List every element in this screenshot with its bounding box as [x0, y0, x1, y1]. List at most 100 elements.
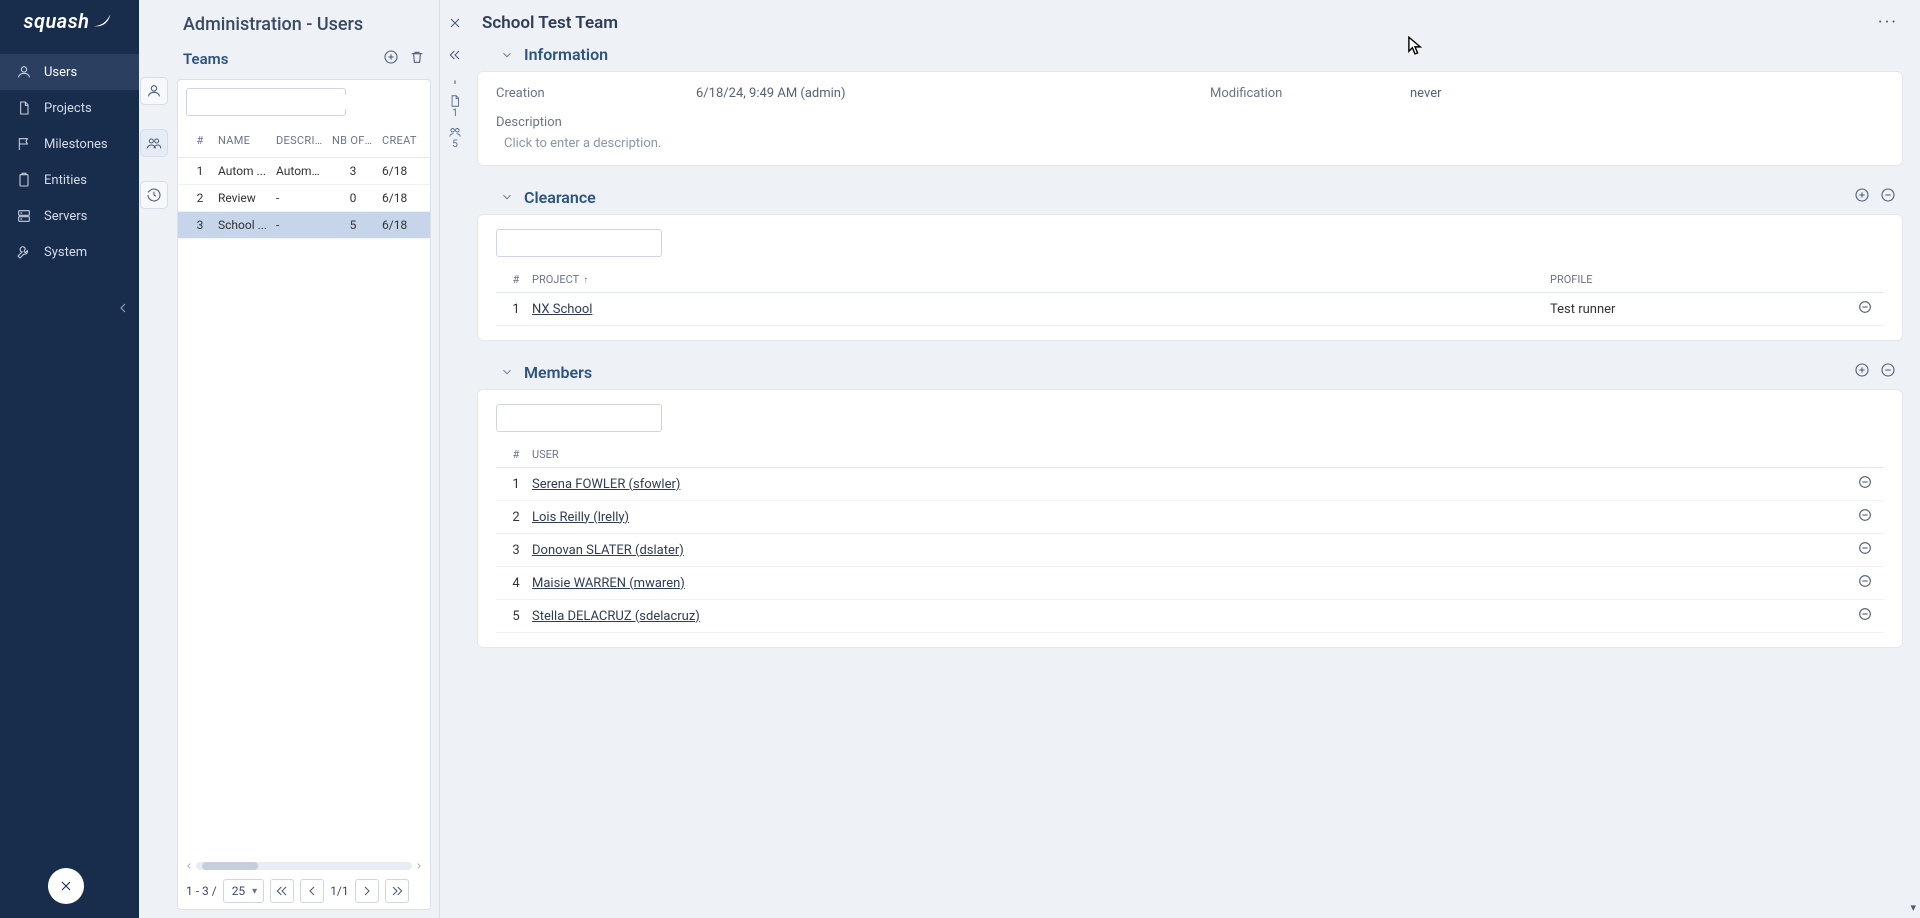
cell-name: School ... [214, 212, 272, 238]
info-description-placeholder[interactable]: Click to enter a description. [496, 136, 1884, 151]
clearance-col-profile[interactable]: PROFILE [1550, 273, 1850, 286]
clearance-remove-button[interactable] [1880, 187, 1896, 207]
chevron-down-icon[interactable] [500, 48, 514, 62]
clearance-col-idx[interactable]: # [500, 273, 532, 286]
members-search[interactable] [496, 404, 662, 432]
sidebar-collapse-button[interactable] [115, 300, 131, 320]
clearance-search[interactable] [496, 229, 662, 257]
member-user-link[interactable]: Stella DELACRUZ (sdelacruz) [532, 609, 700, 624]
team-search[interactable] [186, 88, 346, 116]
detail-close-button[interactable] [442, 10, 468, 36]
info-creation-label: Creation [496, 86, 656, 101]
cell-desc: Automa... [272, 158, 328, 184]
plus-circle-icon [1854, 362, 1870, 378]
trash-icon [409, 49, 425, 65]
midrail-team-icon[interactable] [141, 130, 167, 156]
midrail-user-icon[interactable] [141, 78, 167, 104]
pager-last[interactable] [385, 879, 409, 903]
minus-circle-icon [1857, 540, 1873, 556]
page-size-select[interactable]: 25 [223, 879, 265, 903]
section-clearance-title: Clearance [524, 188, 596, 207]
member-row-remove[interactable] [1850, 606, 1880, 626]
col-idx[interactable]: # [186, 128, 214, 153]
member-row-remove[interactable] [1850, 573, 1880, 593]
team-table-hscroll[interactable] [178, 859, 430, 873]
members-add-button[interactable] [1854, 362, 1870, 382]
plus-circle-icon [1854, 187, 1870, 203]
members-col-user[interactable]: USER [532, 448, 1850, 461]
detailrail-docs-icon[interactable]: 1 [442, 94, 468, 119]
cell-idx: 3 [500, 543, 532, 558]
clearance-col-project[interactable]: PROJECT↑ [532, 273, 1550, 286]
cell-idx: 1 [500, 302, 532, 317]
teams-panel: Administration - Users Teams # NAME [169, 0, 440, 918]
detail-pane: School Test Team ··· Information Creatio… [470, 0, 1920, 918]
clearance-search-input[interactable] [503, 236, 658, 250]
cell-created: 6/18 [378, 212, 422, 238]
col-users[interactable]: NB OF USERS [328, 128, 378, 153]
members-search-input[interactable] [503, 411, 658, 425]
cell-users: 5 [328, 212, 378, 238]
sidebar-item-projects[interactable]: Projects [0, 90, 139, 126]
member-user-link[interactable]: Lois Reilly (lrelly) [532, 510, 629, 525]
user-icon [16, 64, 32, 80]
member-row: 3 Donovan SLATER (dslater) [496, 534, 1884, 567]
section-members-title: Members [524, 363, 592, 382]
minus-circle-icon [1857, 507, 1873, 523]
detailrail-info-icon[interactable] [442, 74, 468, 88]
members-remove-button[interactable] [1880, 362, 1896, 382]
member-user-link[interactable]: Maisie WARREN (mwaren) [532, 576, 685, 591]
scroll-left-icon [184, 861, 194, 871]
members-col-idx[interactable]: # [500, 448, 532, 461]
minus-circle-icon [1857, 299, 1873, 315]
team-row[interactable]: 1 Autom ... Automa... 3 6/18 [178, 158, 430, 185]
team-row[interactable]: 3 School ... - 5 6/18 [178, 212, 430, 239]
pager-next[interactable] [355, 879, 379, 903]
cell-name: Autom ... [214, 158, 272, 184]
chevron-down-icon[interactable] [500, 365, 514, 379]
sidebar-item-label: Projects [44, 101, 92, 116]
detail-more-button[interactable]: ··· [1878, 12, 1898, 33]
minus-circle-icon [1857, 474, 1873, 490]
info-description-label: Description [496, 115, 1884, 130]
member-row-remove[interactable] [1850, 474, 1880, 494]
member-row: 1 Serena FOWLER (sfowler) [496, 468, 1884, 501]
clearance-row-remove[interactable] [1850, 299, 1880, 319]
sidebar-item-system[interactable]: System [0, 234, 139, 270]
info-creation-value: 6/18/24, 9:49 AM (admin) [696, 86, 1170, 101]
sidebar-item-milestones[interactable]: Milestones [0, 126, 139, 162]
chevrons-left-icon [447, 47, 463, 63]
col-desc[interactable]: DESCRIP... [272, 128, 328, 153]
team-search-input[interactable] [193, 95, 348, 109]
detail-rail: 1 5 [440, 0, 470, 918]
detail-collapse-button[interactable] [442, 42, 468, 68]
pager-prev[interactable] [300, 879, 324, 903]
detailrail-members-badge: 5 [452, 139, 458, 150]
member-user-link[interactable]: Donovan SLATER (dslater) [532, 543, 684, 558]
pager-first[interactable] [270, 879, 294, 903]
close-icon [58, 878, 74, 894]
detailrail-members-icon[interactable]: 5 [442, 125, 468, 150]
col-name[interactable]: NAME [214, 128, 272, 153]
sidebar-item-servers[interactable]: Servers [0, 198, 139, 234]
midrail-history-icon[interactable] [141, 182, 167, 208]
user-icon [146, 83, 162, 99]
sidebar-item-users[interactable]: Users [0, 54, 139, 90]
member-row-remove[interactable] [1850, 540, 1880, 560]
member-row-remove[interactable] [1850, 507, 1880, 527]
info-modification-value: never [1410, 86, 1884, 101]
sidebar-item-entities[interactable]: Entities [0, 162, 139, 198]
delete-team-button[interactable] [409, 49, 425, 69]
page-title: Administration - Users [177, 10, 431, 45]
add-team-button[interactable] [383, 49, 399, 69]
col-created[interactable]: CREAT [378, 128, 422, 153]
chevron-down-icon[interactable] [500, 190, 514, 204]
clearance-add-button[interactable] [1854, 187, 1870, 207]
clearance-project-link[interactable]: NX School [532, 302, 592, 317]
close-fab[interactable] [48, 868, 84, 904]
chevrons-right-icon [389, 883, 405, 899]
sidebar-item-label: Users [44, 65, 77, 80]
team-row[interactable]: 2 Review - 0 6/18 [178, 185, 430, 212]
member-user-link[interactable]: Serena FOWLER (sfowler) [532, 477, 680, 492]
clearance-row: 1 NX School Test runner [496, 293, 1884, 326]
